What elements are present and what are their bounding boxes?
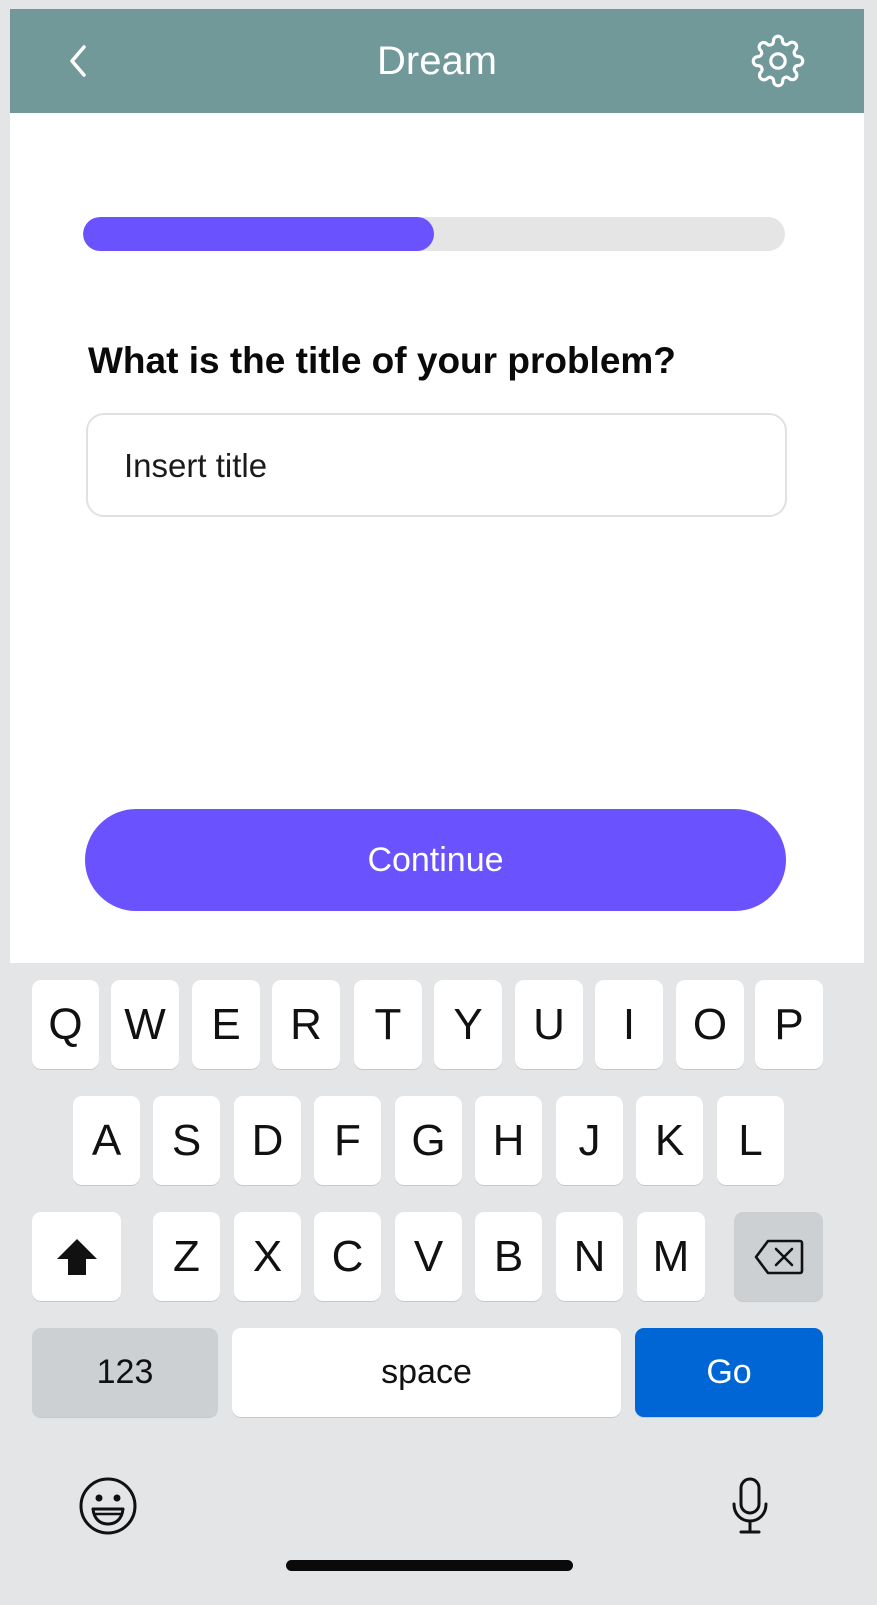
- key-d[interactable]: D: [234, 1096, 301, 1185]
- page-title: Dream: [376, 39, 498, 83]
- key-l[interactable]: L: [717, 1096, 784, 1185]
- key-m[interactable]: M: [637, 1212, 705, 1301]
- key-u[interactable]: U: [515, 980, 583, 1069]
- key-r[interactable]: R: [272, 980, 340, 1069]
- header-bar: Dream: [10, 9, 864, 113]
- emoji-button[interactable]: [78, 1476, 138, 1541]
- key-o[interactable]: O: [676, 980, 744, 1069]
- space-key[interactable]: space: [232, 1328, 621, 1417]
- status-bar: [0, 0, 877, 9]
- key-s[interactable]: S: [153, 1096, 220, 1185]
- progress-fill: [83, 217, 434, 251]
- key-z[interactable]: Z: [153, 1212, 220, 1301]
- progress-bar: [83, 217, 785, 251]
- key-a[interactable]: A: [73, 1096, 140, 1185]
- key-e[interactable]: E: [192, 980, 260, 1069]
- continue-button[interactable]: Continue: [85, 809, 786, 911]
- title-field-container[interactable]: [86, 413, 787, 517]
- key-k[interactable]: K: [636, 1096, 703, 1185]
- numbers-key[interactable]: 123: [32, 1328, 218, 1417]
- home-indicator[interactable]: [286, 1560, 573, 1571]
- key-x[interactable]: X: [234, 1212, 301, 1301]
- key-v[interactable]: V: [395, 1212, 462, 1301]
- backspace-icon: [754, 1239, 803, 1274]
- go-key[interactable]: Go: [635, 1328, 823, 1417]
- key-b[interactable]: B: [475, 1212, 542, 1301]
- key-h[interactable]: H: [475, 1096, 542, 1185]
- settings-button[interactable]: [750, 33, 806, 89]
- key-f[interactable]: F: [314, 1096, 381, 1185]
- on-screen-keyboard: Q W E R T Y U I O P A S D F G H J K L Z …: [0, 963, 877, 1605]
- microphone-button[interactable]: [730, 1476, 770, 1541]
- shift-icon: [56, 1238, 97, 1275]
- gear-icon: [751, 34, 805, 88]
- backspace-key[interactable]: [734, 1212, 823, 1301]
- key-q[interactable]: Q: [32, 980, 99, 1069]
- key-n[interactable]: N: [556, 1212, 623, 1301]
- app-screen: Dream What is the title of your problem?…: [10, 9, 864, 963]
- title-input[interactable]: [122, 441, 746, 491]
- key-w[interactable]: W: [111, 980, 179, 1069]
- key-p[interactable]: P: [755, 980, 823, 1069]
- question-label: What is the title of your problem?: [88, 340, 676, 381]
- emoji-icon: [79, 1477, 137, 1535]
- microphone-icon: [732, 1477, 768, 1534]
- shift-key[interactable]: [32, 1212, 121, 1301]
- key-g[interactable]: G: [395, 1096, 462, 1185]
- key-c[interactable]: C: [314, 1212, 381, 1301]
- key-y[interactable]: Y: [434, 980, 502, 1069]
- key-i[interactable]: I: [595, 980, 663, 1069]
- key-t[interactable]: T: [354, 980, 422, 1069]
- key-j[interactable]: J: [556, 1096, 623, 1185]
